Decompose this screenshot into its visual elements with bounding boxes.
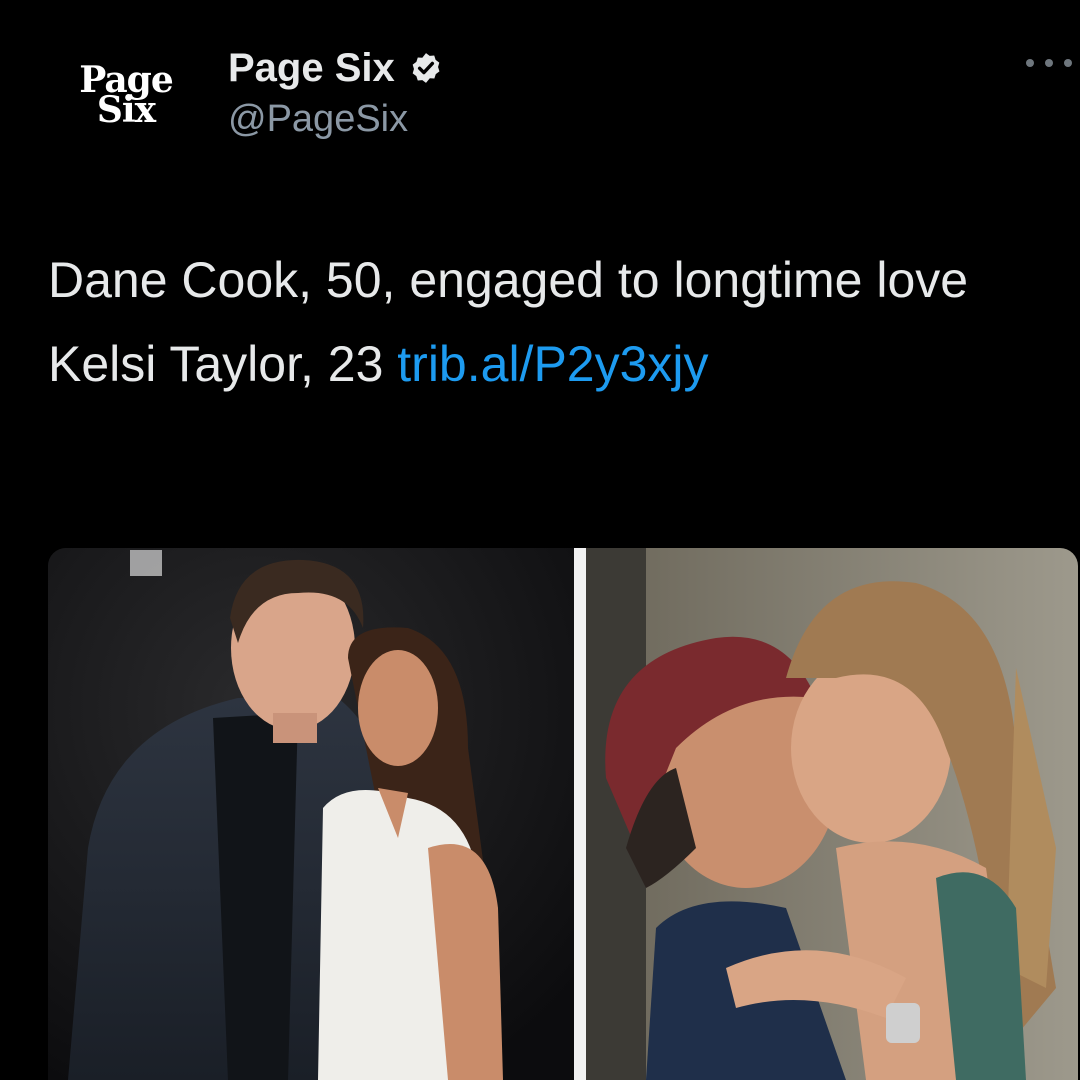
more-dots-icon[interactable]: [1026, 48, 1072, 78]
photo-divider: [574, 548, 586, 1080]
more-dot: [1045, 59, 1053, 67]
account-info: Page Six @PageSix: [228, 42, 443, 141]
tweet-link[interactable]: trib.al/P2y3xjy: [397, 336, 708, 392]
photo-right[interactable]: [586, 548, 1078, 1080]
photo-left-image: [48, 548, 574, 1080]
more-dot: [1064, 59, 1072, 67]
display-name-row: Page Six: [228, 42, 443, 94]
tweet-media[interactable]: [48, 548, 1078, 1080]
more-dot: [1026, 59, 1034, 67]
logo-line-2: Six: [96, 89, 156, 131]
handle[interactable]: @PageSix: [228, 98, 443, 141]
avatar[interactable]: Page Six: [62, 50, 190, 140]
photo-right-image: [586, 548, 1078, 1080]
verified-badge-icon: [412, 53, 440, 83]
display-name[interactable]: Page Six: [228, 46, 395, 91]
photo-left[interactable]: [48, 548, 574, 1080]
tweet-text: Dane Cook, 50, engaged to longtime love …: [48, 238, 1068, 406]
